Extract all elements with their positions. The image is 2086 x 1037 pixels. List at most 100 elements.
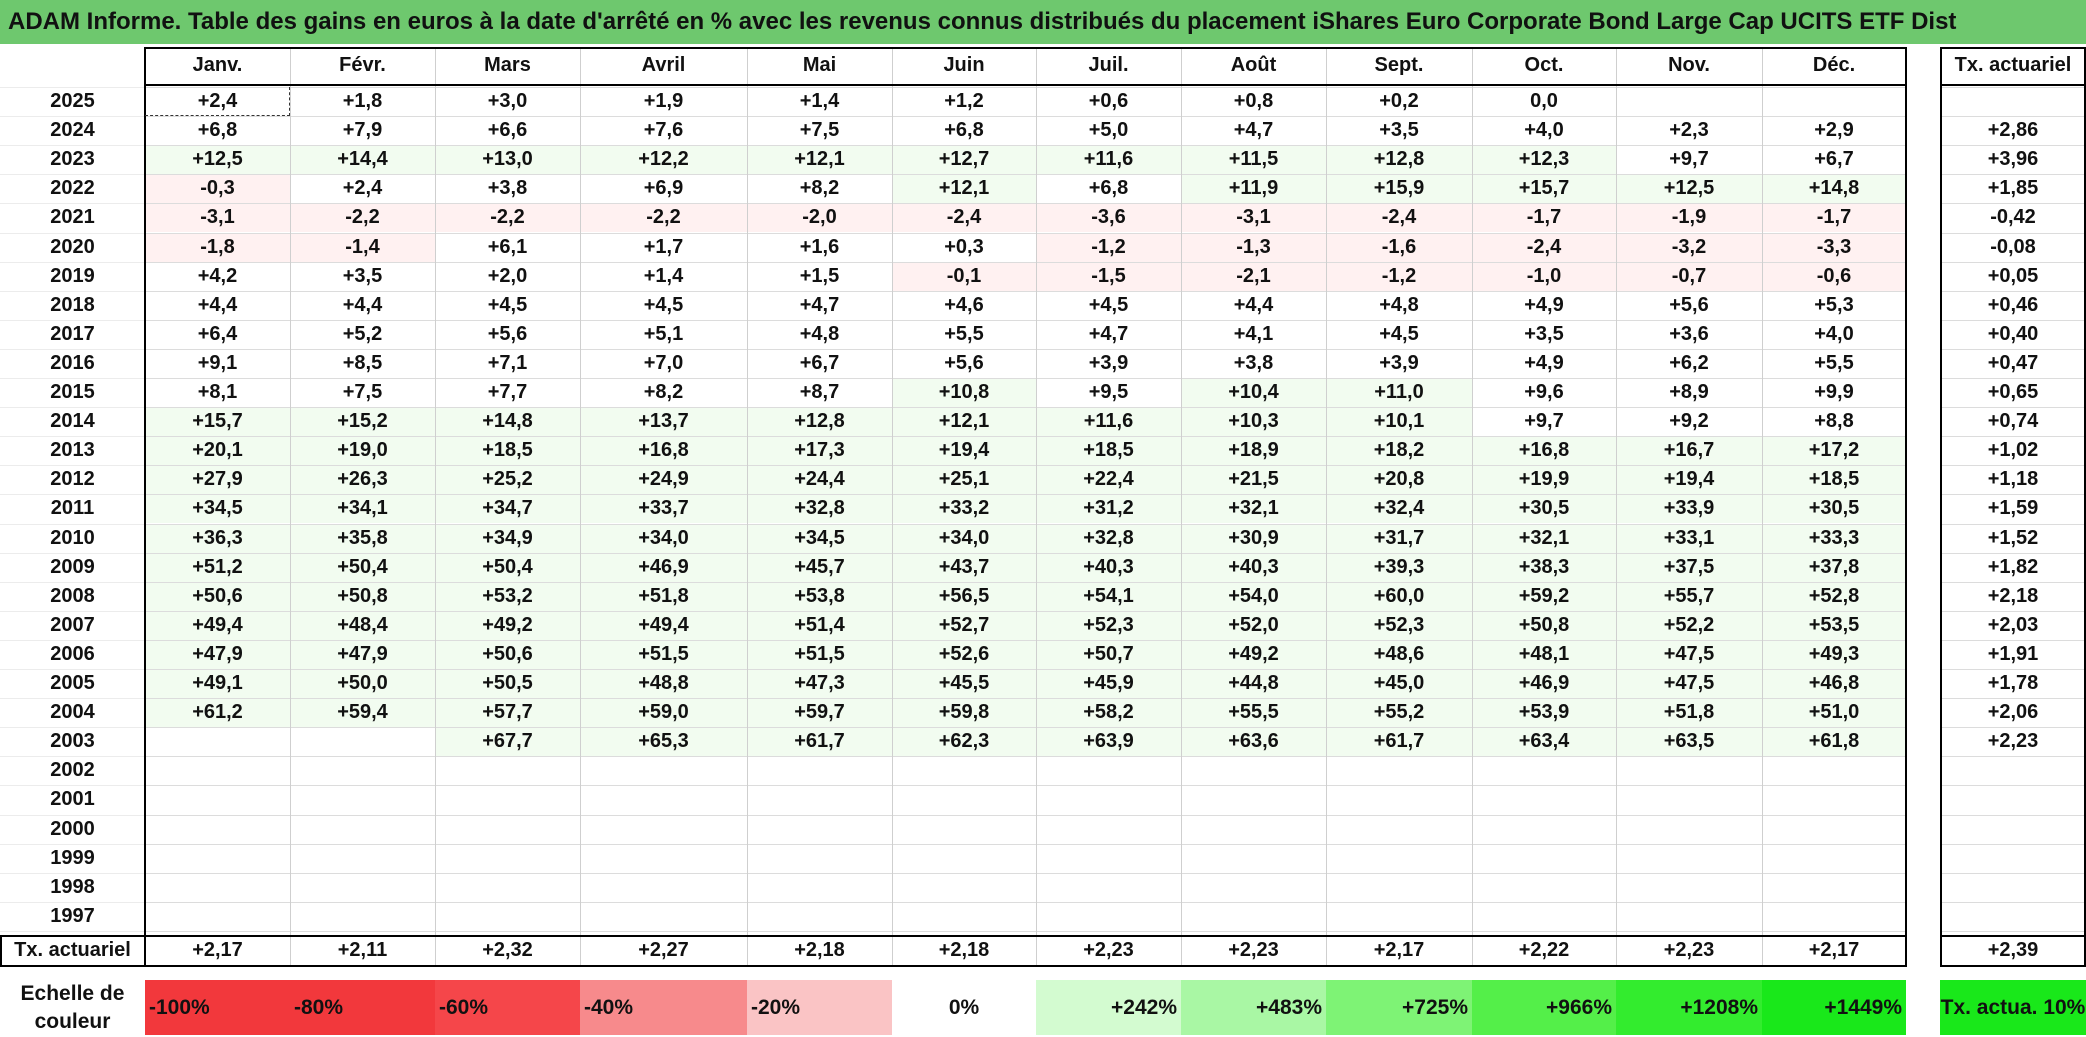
table-cell[interactable]: +5,6 xyxy=(892,349,1036,378)
table-cell[interactable]: +18,2 xyxy=(1326,436,1472,465)
table-cell[interactable]: -1,9 xyxy=(1616,203,1762,232)
table-cell[interactable]: +3,8 xyxy=(435,174,580,203)
table-cell[interactable]: +8,1 xyxy=(145,378,290,407)
table-cell[interactable]: +4,1 xyxy=(1181,320,1326,349)
tx-actuariel-cell[interactable]: +0,40 xyxy=(1940,320,2086,349)
table-cell[interactable]: +62,3 xyxy=(892,727,1036,756)
table-cell[interactable]: +34,7 xyxy=(435,494,580,523)
footer-cell[interactable]: +2,17 xyxy=(1762,935,1906,965)
table-cell[interactable]: +50,6 xyxy=(145,582,290,611)
table-cell[interactable] xyxy=(1326,873,1472,902)
table-cell[interactable]: +14,8 xyxy=(435,407,580,436)
table-cell[interactable] xyxy=(1181,815,1326,844)
table-cell[interactable]: +6,9 xyxy=(580,174,747,203)
table-cell[interactable]: +52,6 xyxy=(892,640,1036,669)
table-cell[interactable]: +2,4 xyxy=(145,87,290,116)
table-cell[interactable] xyxy=(1616,87,1762,116)
table-cell[interactable]: +16,7 xyxy=(1616,436,1762,465)
table-cell[interactable] xyxy=(1181,902,1326,931)
table-cell[interactable]: +49,3 xyxy=(1762,640,1906,669)
table-cell[interactable]: -2,4 xyxy=(892,203,1036,232)
table-cell[interactable]: +48,6 xyxy=(1326,640,1472,669)
table-cell[interactable]: +32,8 xyxy=(1036,524,1181,553)
table-cell[interactable]: +14,4 xyxy=(290,145,435,174)
table-cell[interactable]: +1,6 xyxy=(747,233,892,262)
table-cell[interactable] xyxy=(1181,756,1326,785)
table-cell[interactable]: +27,9 xyxy=(145,465,290,494)
table-cell[interactable]: +1,2 xyxy=(892,87,1036,116)
table-cell[interactable]: -1,0 xyxy=(1472,262,1616,291)
table-cell[interactable]: +5,2 xyxy=(290,320,435,349)
table-cell[interactable] xyxy=(1762,844,1906,873)
table-cell[interactable]: +12,5 xyxy=(145,145,290,174)
table-cell[interactable]: +2,0 xyxy=(435,262,580,291)
table-cell[interactable]: +49,2 xyxy=(1181,640,1326,669)
table-cell[interactable]: +58,2 xyxy=(1036,698,1181,727)
table-cell[interactable]: +12,1 xyxy=(747,145,892,174)
footer-cell[interactable]: +2,18 xyxy=(747,935,892,965)
table-cell[interactable]: +18,5 xyxy=(1036,436,1181,465)
table-cell[interactable] xyxy=(1036,873,1181,902)
table-cell[interactable]: +15,2 xyxy=(290,407,435,436)
table-cell[interactable] xyxy=(892,873,1036,902)
table-cell[interactable] xyxy=(1036,815,1181,844)
table-cell[interactable] xyxy=(1326,815,1472,844)
table-cell[interactable]: +31,2 xyxy=(1036,494,1181,523)
table-cell[interactable]: -3,6 xyxy=(1036,203,1181,232)
tx-actuariel-cell[interactable]: +0,46 xyxy=(1940,291,2086,320)
table-cell[interactable]: +33,2 xyxy=(892,494,1036,523)
table-cell[interactable]: +14,8 xyxy=(1762,174,1906,203)
table-cell[interactable]: +47,9 xyxy=(145,640,290,669)
table-cell[interactable]: +18,9 xyxy=(1181,436,1326,465)
table-cell[interactable]: +7,5 xyxy=(747,116,892,145)
table-cell[interactable]: +17,2 xyxy=(1762,436,1906,465)
table-cell[interactable]: +15,7 xyxy=(145,407,290,436)
table-cell[interactable]: +34,1 xyxy=(290,494,435,523)
table-cell[interactable] xyxy=(1616,815,1762,844)
table-cell[interactable]: +18,5 xyxy=(435,436,580,465)
table-cell[interactable]: +31,7 xyxy=(1326,524,1472,553)
table-cell[interactable] xyxy=(892,844,1036,873)
table-cell[interactable]: +7,1 xyxy=(435,349,580,378)
table-cell[interactable]: -1,2 xyxy=(1036,233,1181,262)
table-cell[interactable]: +25,1 xyxy=(892,465,1036,494)
table-cell[interactable] xyxy=(1472,756,1616,785)
table-cell[interactable]: +5,6 xyxy=(435,320,580,349)
table-cell[interactable]: +12,8 xyxy=(747,407,892,436)
table-cell[interactable] xyxy=(1326,902,1472,931)
table-cell[interactable]: +5,5 xyxy=(1762,349,1906,378)
table-cell[interactable]: +61,2 xyxy=(145,698,290,727)
table-cell[interactable]: +32,4 xyxy=(1326,494,1472,523)
table-cell[interactable] xyxy=(145,727,290,756)
table-cell[interactable] xyxy=(1616,873,1762,902)
table-cell[interactable]: +54,1 xyxy=(1036,582,1181,611)
table-cell[interactable] xyxy=(435,756,580,785)
table-cell[interactable]: +12,5 xyxy=(1616,174,1762,203)
table-cell[interactable] xyxy=(747,902,892,931)
table-cell[interactable]: +1,7 xyxy=(580,233,747,262)
table-cell[interactable]: +49,2 xyxy=(435,611,580,640)
table-cell[interactable]: -2,2 xyxy=(435,203,580,232)
table-cell[interactable]: +50,5 xyxy=(435,669,580,698)
table-cell[interactable]: +44,8 xyxy=(1181,669,1326,698)
table-cell[interactable]: +53,8 xyxy=(747,582,892,611)
footer-cell[interactable]: +2,22 xyxy=(1472,935,1616,965)
table-cell[interactable] xyxy=(1762,873,1906,902)
table-cell[interactable] xyxy=(747,785,892,814)
table-cell[interactable] xyxy=(145,873,290,902)
table-cell[interactable] xyxy=(1762,815,1906,844)
table-cell[interactable]: +65,3 xyxy=(580,727,747,756)
table-cell[interactable]: +47,9 xyxy=(290,640,435,669)
table-cell[interactable]: +8,9 xyxy=(1616,378,1762,407)
table-cell[interactable]: +7,5 xyxy=(290,378,435,407)
table-cell[interactable]: +3,9 xyxy=(1036,349,1181,378)
table-cell[interactable]: +59,2 xyxy=(1472,582,1616,611)
table-cell[interactable]: +40,3 xyxy=(1181,553,1326,582)
tx-actuariel-cell[interactable]: +2,86 xyxy=(1940,116,2086,145)
table-cell[interactable] xyxy=(145,902,290,931)
table-cell[interactable]: +55,2 xyxy=(1326,698,1472,727)
tx-actuariel-cell[interactable]: +1,85 xyxy=(1940,174,2086,203)
table-cell[interactable]: +21,5 xyxy=(1181,465,1326,494)
table-cell[interactable] xyxy=(1326,785,1472,814)
table-cell[interactable]: +3,5 xyxy=(1326,116,1472,145)
